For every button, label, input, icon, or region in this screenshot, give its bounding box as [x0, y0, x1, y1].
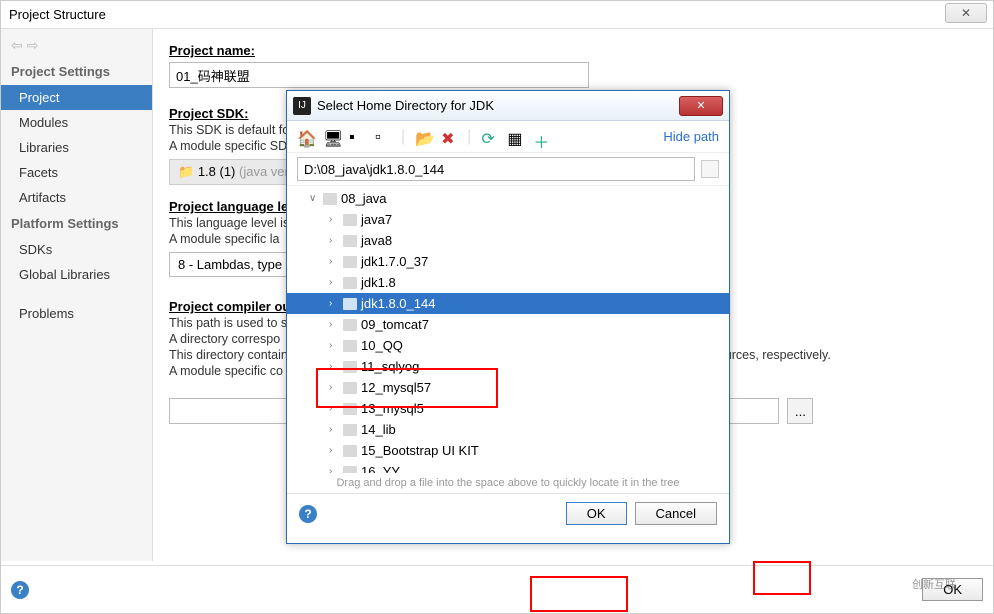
expander-icon[interactable]: ∨ — [309, 193, 319, 204]
section-project-settings: Project Settings — [1, 58, 152, 85]
tree-label: java8 — [361, 233, 392, 248]
tree-row[interactable]: › 09_tomcat7 — [287, 314, 729, 335]
tree-row[interactable]: › 15_Bootstrap UI KIT — [287, 440, 729, 461]
app-icon: IJ — [293, 97, 311, 115]
folder-icon — [343, 214, 357, 226]
highlight-dialog-ok — [530, 576, 628, 612]
sidebar-item-global-libraries[interactable]: Global Libraries — [1, 262, 152, 287]
tree-label: jdk1.8 — [361, 275, 396, 290]
sdk-select[interactable]: 📁 1.8 (1) (java vers — [169, 159, 304, 185]
tree-label: jdk1.7.0_37 — [361, 254, 428, 269]
tree-row[interactable]: › 16_YY — [287, 461, 729, 473]
nav-arrows[interactable]: ⇦ ⇨ — [1, 33, 152, 58]
path-row — [287, 153, 729, 185]
compiler-output-browse-button[interactable]: ... — [787, 398, 813, 424]
folder-icon: 📁 — [178, 164, 194, 179]
delete-icon[interactable]: ✖ — [441, 129, 457, 145]
folder-icon — [343, 277, 357, 289]
folder-icon — [343, 298, 357, 310]
help-icon[interactable]: ? — [11, 581, 29, 599]
footer: ? OK — [1, 565, 993, 613]
dialog-toolbar: 🏠 🖥 ▪ ▫ | 📂 ✖ | ⟳ ▦ ＋ Hide path — [287, 121, 729, 153]
dialog-help-icon[interactable]: ? — [299, 505, 317, 523]
tree-label: 08_java — [341, 191, 387, 206]
window-title: Project Structure — [9, 7, 106, 22]
tree-label: 15_Bootstrap UI KIT — [361, 443, 479, 458]
project-name-input[interactable] — [169, 62, 589, 88]
select-home-directory-dialog: IJ Select Home Directory for JDK ✕ 🏠 🖥 ▪… — [286, 90, 730, 544]
tree-row[interactable]: › jdk1.8 — [287, 272, 729, 293]
expander-icon[interactable]: › — [329, 277, 339, 288]
module-icon[interactable]: ▫ — [375, 129, 391, 145]
directory-tree[interactable]: ∨08_java›java7›java8›jdk1.7.0_37›jdk1.8›… — [287, 185, 729, 473]
folder-icon — [343, 445, 357, 457]
sidebar-item-sdks[interactable]: SDKs — [1, 237, 152, 262]
add-icon[interactable]: ＋ — [533, 129, 549, 145]
dialog-footer: ? OK Cancel — [287, 493, 729, 533]
highlight-footer-ok — [753, 561, 811, 595]
tree-label: 10_QQ — [361, 338, 403, 353]
project-icon[interactable]: ▪ — [349, 129, 365, 145]
expander-icon[interactable]: › — [329, 445, 339, 456]
expander-icon[interactable]: › — [329, 235, 339, 246]
tree-row[interactable]: › jdk1.7.0_37 — [287, 251, 729, 272]
expander-icon[interactable]: › — [329, 214, 339, 225]
highlight-tree-selected — [316, 368, 498, 408]
history-icon[interactable] — [701, 160, 719, 178]
expander-icon[interactable]: › — [329, 424, 339, 435]
sidebar-item-libraries[interactable]: Libraries — [1, 135, 152, 160]
sidebar-item-facets[interactable]: Facets — [1, 160, 152, 185]
sidebar-item-problems[interactable]: Problems — [1, 301, 152, 326]
folder-icon — [323, 193, 337, 205]
show-hidden-icon[interactable]: ▦ — [507, 129, 523, 145]
tree-label: 16_YY — [361, 464, 400, 473]
expander-icon[interactable]: › — [329, 319, 339, 330]
tree-row[interactable]: › java7 — [287, 209, 729, 230]
folder-icon — [343, 466, 357, 474]
expander-icon[interactable]: › — [329, 256, 339, 267]
window-close-button[interactable]: ✕ — [945, 3, 987, 23]
folder-icon — [343, 340, 357, 352]
dialog-titlebar: IJ Select Home Directory for JDK ✕ — [287, 91, 729, 121]
project-name-label: Project name: — [169, 43, 977, 58]
dialog-ok-button[interactable]: OK — [566, 502, 627, 525]
tree-label: java7 — [361, 212, 392, 227]
section-platform-settings: Platform Settings — [1, 210, 152, 237]
hide-path-link[interactable]: Hide path — [663, 129, 719, 144]
expander-icon[interactable]: › — [329, 340, 339, 351]
sidebar-item-project[interactable]: Project — [1, 85, 152, 110]
dialog-cancel-button[interactable]: Cancel — [635, 502, 717, 525]
home-icon[interactable]: 🏠 — [297, 129, 313, 145]
tree-label: 09_tomcat7 — [361, 317, 429, 332]
tree-row[interactable]: › java8 — [287, 230, 729, 251]
dialog-title: Select Home Directory for JDK — [317, 98, 494, 113]
tree-label: jdk1.8.0_144 — [361, 296, 435, 311]
tree-row[interactable]: › 10_QQ — [287, 335, 729, 356]
sidebar-item-artifacts[interactable]: Artifacts — [1, 185, 152, 210]
sidebar-item-modules[interactable]: Modules — [1, 110, 152, 135]
folder-icon — [343, 256, 357, 268]
tree-row[interactable]: › 14_lib — [287, 419, 729, 440]
dialog-hint: Drag and drop a file into the space abov… — [287, 473, 729, 493]
sdk-value: 1.8 (1) — [198, 164, 236, 179]
folder-icon — [343, 319, 357, 331]
refresh-icon[interactable]: ⟳ — [481, 129, 497, 145]
tree-label: 14_lib — [361, 422, 396, 437]
new-folder-icon[interactable]: 📂 — [415, 129, 431, 145]
sidebar: ⇦ ⇨ Project Settings Project Modules Lib… — [1, 29, 153, 561]
folder-icon — [343, 424, 357, 436]
tree-row[interactable]: ∨ 08_java — [287, 188, 729, 209]
desktop-icon[interactable]: 🖥 — [323, 129, 339, 145]
folder-icon — [343, 235, 357, 247]
tree-row[interactable]: › jdk1.8.0_144 — [287, 293, 729, 314]
brand-logo: 创新互联 — [874, 554, 994, 614]
expander-icon[interactable]: › — [329, 298, 339, 309]
dialog-close-button[interactable]: ✕ — [679, 96, 723, 116]
expander-icon[interactable]: › — [329, 466, 339, 473]
titlebar: Project Structure ✕ — [1, 1, 993, 29]
path-input[interactable] — [297, 157, 695, 181]
